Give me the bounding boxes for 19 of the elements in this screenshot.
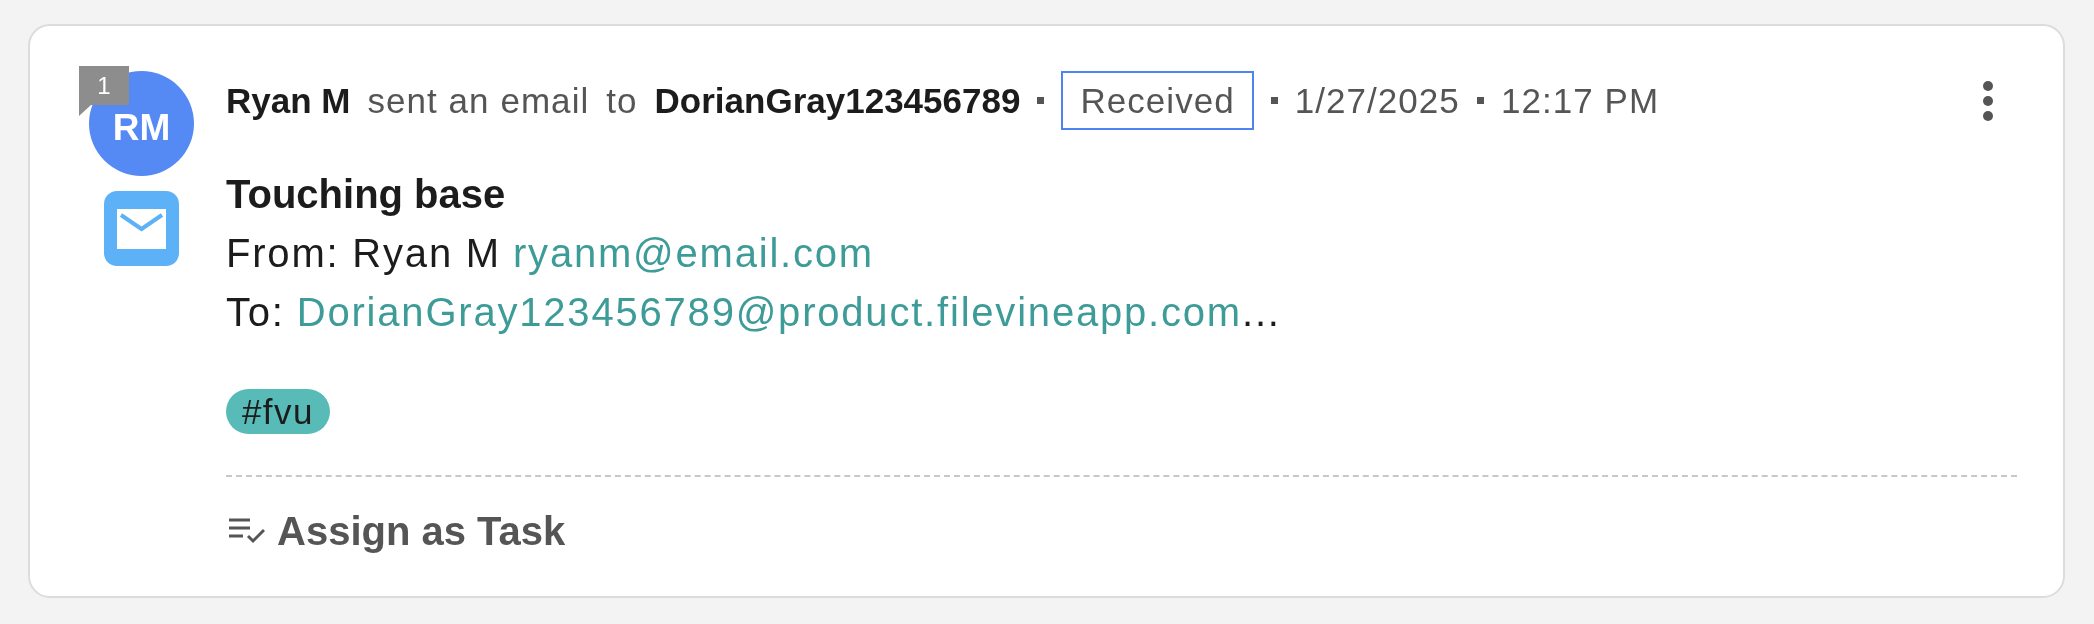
recipient-name: DorianGray123456789	[654, 80, 1021, 121]
date-text: 1/27/2025	[1294, 80, 1460, 121]
kebab-menu-icon	[1983, 80, 1993, 121]
time-text: 12:17 PM	[1500, 80, 1660, 121]
assign-task-button[interactable]: Assign as Task	[226, 507, 566, 555]
bullet-icon	[1037, 97, 1045, 104]
sender-name: Ryan M	[226, 80, 351, 121]
bullet-icon	[1476, 97, 1484, 104]
from-label: From: Ryan M	[226, 230, 501, 277]
hashtag-chip[interactable]: #fvu	[226, 389, 330, 434]
to-label: To:	[226, 289, 285, 336]
preposition-text: to	[606, 80, 638, 121]
email-subject: Touching base	[226, 171, 507, 218]
truncation-ellipsis: ...	[1241, 289, 1281, 336]
checklist-icon	[229, 518, 265, 544]
bullet-icon	[1270, 97, 1278, 104]
action-text: sent an email	[367, 80, 590, 121]
status-badge: Received	[1061, 71, 1254, 130]
mail-icon	[104, 191, 179, 266]
